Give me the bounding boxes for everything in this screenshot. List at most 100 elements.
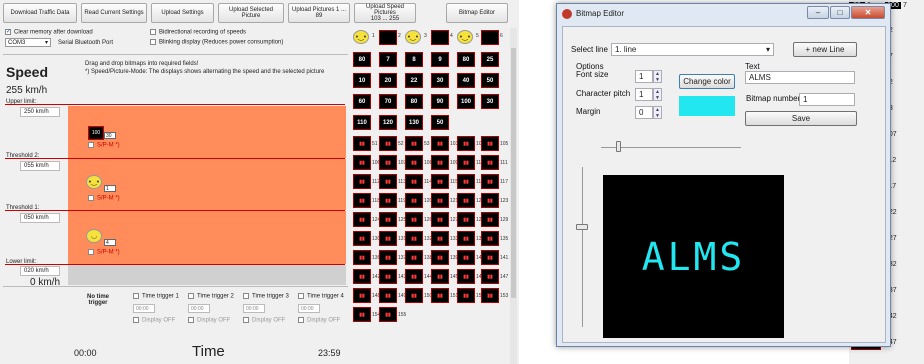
bitmap-slot-cell[interactable]: ▮▮ [353, 155, 371, 170]
bitmap-slot-cell[interactable]: ▮▮ [431, 136, 449, 151]
bitmap-slot-cell[interactable]: ▮▮ [353, 212, 371, 227]
bitmap-slot-cell[interactable]: ▮▮ [405, 193, 423, 208]
bitmap-slot-cell[interactable]: ▮▮ [457, 136, 475, 151]
bitmap-slot-cell[interactable]: ▮▮ [431, 250, 449, 265]
grid-picture[interactable] [379, 30, 397, 45]
bitmap-number-input[interactable]: 1 [799, 93, 855, 106]
bitmap-slot-cell[interactable]: ▮▮ [379, 288, 397, 303]
download-traffic-data-button[interactable]: Download Traffic Data [3, 3, 77, 23]
margin-spinner[interactable]: ▲ ▼ [653, 106, 662, 119]
speed-picture-cell[interactable]: 130 [405, 115, 423, 130]
bitmap-slot-cell[interactable]: ▮▮ [353, 174, 371, 189]
bitmap-editor-button[interactable]: Bitmap Editor [446, 3, 508, 23]
time-trigger-4[interactable]: Time trigger 4 [298, 293, 344, 300]
speed-picture-cell[interactable]: 40 [457, 73, 475, 88]
bitmap-slot-cell[interactable]: ▮▮ [457, 155, 475, 170]
speed-picture-cell[interactable]: 70 [379, 94, 397, 109]
horizontal-slider-thumb[interactable] [616, 141, 621, 152]
time-trigger-1-input[interactable]: 00:00 [133, 304, 155, 313]
time-trigger-2[interactable]: Time trigger 2 [188, 293, 234, 300]
smiley-icon[interactable]: •‿• [353, 30, 369, 44]
bitmap-slot-cell[interactable]: ▮▮ [457, 193, 475, 208]
speed-picture-cell[interactable]: 50 [481, 73, 499, 88]
speed-picture-cell[interactable]: 25 [481, 52, 499, 67]
select-line-dropdown[interactable]: 1. line ▾ [611, 43, 774, 56]
bitmap-slot-cell[interactable]: ▮▮ [405, 250, 423, 265]
speed-picture-cell[interactable]: 100 [457, 94, 475, 109]
speed-picture-cell[interactable]: 80 [457, 52, 475, 67]
upload-pictures-button[interactable]: Upload Pictures 1 ... 89 [288, 3, 350, 23]
blinking-checkbox[interactable] [150, 39, 156, 45]
bitmap-slot-cell[interactable]: ▮▮ [405, 231, 423, 246]
grid-picture[interactable] [481, 30, 499, 45]
speed-picture-cell[interactable]: 20 [379, 73, 397, 88]
grid-scrollbar[interactable] [510, 28, 517, 364]
time-trigger-2-display-off[interactable]: Display OFF [188, 317, 230, 324]
character-pitch-input[interactable]: 1 [635, 88, 653, 101]
bitmap-slot-cell[interactable]: ▮▮ [481, 269, 499, 284]
display-off-1-checkbox[interactable] [133, 317, 139, 323]
clear-memory-option[interactable]: Clear memory after download [5, 29, 93, 36]
speed-picture-cell[interactable]: 10 [353, 73, 371, 88]
grid-scroll-thumb[interactable] [511, 48, 516, 298]
bitmap-slot-cell[interactable]: ▮▮ [379, 193, 397, 208]
speed-picture-cell[interactable]: 60 [353, 94, 371, 109]
read-current-settings-button[interactable]: Read Current Settings [81, 3, 147, 23]
band2-spm-option[interactable]: S/P-M *) [88, 195, 120, 202]
speed-picture-cell[interactable]: 22 [405, 73, 423, 88]
margin-input[interactable]: 0 [635, 106, 653, 119]
speed-picture-cell[interactable]: 8 [405, 52, 423, 67]
threshold-2-input[interactable]: 055 km/h [20, 161, 60, 171]
horizontal-slider-track[interactable] [601, 147, 741, 148]
text-input[interactable]: ALMS [745, 71, 855, 84]
bitmap-slot-cell[interactable]: ▮▮ [379, 136, 397, 151]
bitmap-slot-cell[interactable]: ▮▮ [481, 231, 499, 246]
bidirectional-checkbox[interactable] [150, 29, 156, 35]
bitmap-slot-cell[interactable]: ▮▮ [431, 174, 449, 189]
bitmap-slot-cell[interactable]: ▮▮ [379, 174, 397, 189]
bitmap-slot-cell[interactable]: ▮▮ [431, 288, 449, 303]
bitmap-slot-cell[interactable]: ▮▮ [353, 269, 371, 284]
bitmap-slot-cell[interactable]: ▮▮ [457, 269, 475, 284]
time-trigger-1[interactable]: Time trigger 1 [133, 293, 179, 300]
time-trigger-4-display-off[interactable]: Display OFF [298, 317, 340, 324]
speed-picture-cell[interactable]: 30 [481, 94, 499, 109]
time-trigger-4-checkbox[interactable] [298, 293, 304, 299]
bitmap-slot-cell[interactable]: ▮▮ [353, 193, 371, 208]
band3-spm-option[interactable]: S/P-M *) [88, 249, 120, 256]
bidirectional-option[interactable]: Bidirectional recording of speeds [150, 29, 246, 36]
threshold-1-input[interactable]: 050 km/h [20, 213, 60, 223]
speed-picture-cell[interactable]: 50 [431, 115, 449, 130]
bitmap-slot-cell[interactable]: ▮▮ [481, 288, 499, 303]
band2-spm-checkbox[interactable] [88, 195, 94, 201]
bitmap-slot-cell[interactable]: ▮▮ [481, 136, 499, 151]
time-trigger-2-checkbox[interactable] [188, 293, 194, 299]
time-trigger-2-input[interactable]: 00:00 [188, 304, 210, 313]
bitmap-slot-cell[interactable]: ▮▮ [481, 250, 499, 265]
bitmap-slot-cell[interactable]: ▮▮ [405, 155, 423, 170]
font-size-input[interactable]: 1 [635, 70, 653, 83]
time-trigger-3-display-off[interactable]: Display OFF [243, 317, 285, 324]
band3-spm-checkbox[interactable] [88, 249, 94, 255]
display-off-4-checkbox[interactable] [298, 317, 304, 323]
new-line-button[interactable]: + new Line [793, 42, 857, 57]
display-off-2-checkbox[interactable] [188, 317, 194, 323]
bitmap-slot-cell[interactable]: ▮▮ [379, 250, 397, 265]
time-trigger-3[interactable]: Time trigger 3 [243, 293, 289, 300]
blinking-option[interactable]: Blinking display (Reduces power consumpt… [150, 39, 283, 46]
speed-picture-cell[interactable]: 7 [379, 52, 397, 67]
time-trigger-3-checkbox[interactable] [243, 293, 249, 299]
bitmap-slot-cell[interactable]: ▮▮ [405, 212, 423, 227]
time-trigger-1-checkbox[interactable] [133, 293, 139, 299]
bitmap-slot-cell[interactable]: ▮▮ [431, 193, 449, 208]
bitmap-slot-cell[interactable]: ▮▮ [379, 231, 397, 246]
speed-picture-cell[interactable]: 90 [431, 94, 449, 109]
speed-picture-cell[interactable]: 30 [431, 73, 449, 88]
time-trigger-4-input[interactable]: 00:00 [298, 304, 320, 313]
speed-picture-cell[interactable]: 120 [379, 115, 397, 130]
upload-settings-button[interactable]: Upload Settings [151, 3, 214, 23]
bitmap-slot-cell[interactable]: ▮▮ [481, 174, 499, 189]
bitmap-slot-cell[interactable]: ▮▮ [431, 269, 449, 284]
bitmap-slot-cell[interactable]: ▮▮ [431, 212, 449, 227]
upload-speed-pictures-button[interactable]: Upload Speed Pictures 103 ... 255 [354, 3, 416, 23]
